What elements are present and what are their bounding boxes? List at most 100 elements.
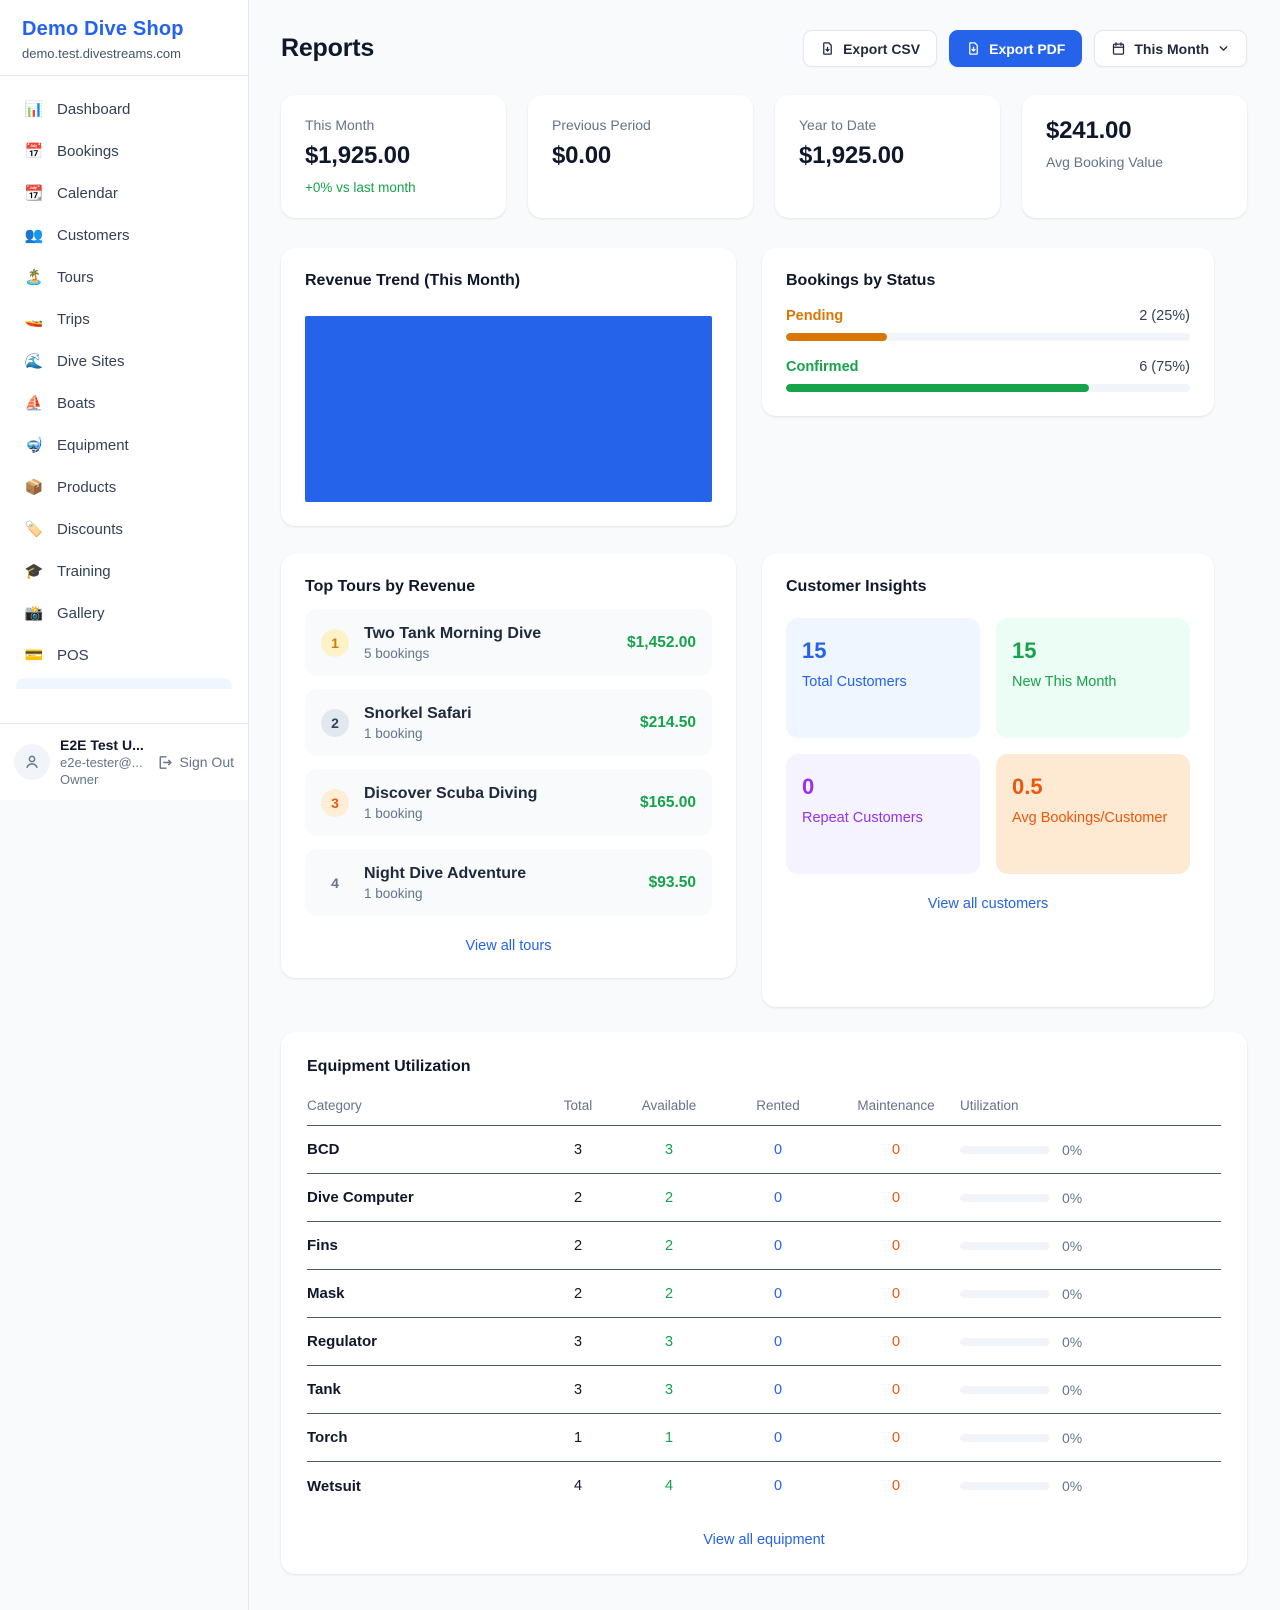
tour-bookings: 1 booking xyxy=(364,886,634,901)
stat-value: $1,925.00 xyxy=(799,142,976,170)
insight-value: 0.5 xyxy=(1012,774,1174,800)
tour-revenue: $214.50 xyxy=(640,714,696,732)
equipment-rented: 0 xyxy=(774,1430,782,1446)
status-row-confirmed: Confirmed 6 (75%) xyxy=(786,359,1190,392)
equipment-icon: 🤿 xyxy=(24,436,44,454)
equipment-rented: 0 xyxy=(774,1190,782,1206)
status-row-pending: Pending 2 (25%) xyxy=(786,308,1190,341)
progress-track xyxy=(786,333,1190,341)
sidebar-item-boats[interactable]: ⛵Boats xyxy=(12,384,236,422)
insight-grid: 15 Total Customers 15 New This Month 0 R… xyxy=(786,618,1190,874)
equipment-utilization-card: Equipment Utilization Category Total Ava… xyxy=(281,1032,1247,1574)
equipment-rented: 0 xyxy=(774,1142,782,1158)
insight-avg-bookings: 0.5 Avg Bookings/Customer xyxy=(996,754,1190,874)
lists-row: Top Tours by Revenue 1 Two Tank Morning … xyxy=(281,554,1247,1007)
sidebar-item-trips[interactable]: 🚤 Trips xyxy=(12,300,236,338)
stat-card-this-month: This Month $1,925.00 +0% vs last month xyxy=(281,95,506,218)
sidebar-item-label: Trips xyxy=(57,311,90,328)
table-row: Fins 2 2 0 0 0% xyxy=(307,1222,1221,1270)
chevron-down-icon xyxy=(1217,42,1230,55)
rank-badge: 3 xyxy=(321,789,349,817)
export-pdf-button[interactable]: Export PDF xyxy=(949,30,1082,67)
stat-delta: +0% vs last month xyxy=(305,180,482,195)
sidebar-item-label: Discounts xyxy=(57,521,123,538)
insight-label: Repeat Customers xyxy=(802,810,964,826)
sidebar-item-gallery[interactable]: 📸Gallery xyxy=(12,594,236,632)
equipment-total: 3 xyxy=(574,1334,582,1350)
sidebar-item-dashboard[interactable]: 📊Dashboard xyxy=(12,90,236,128)
column-header: Rented xyxy=(756,1098,800,1113)
utilization-cell: 0% xyxy=(960,1334,1221,1350)
view-all-customers-link[interactable]: View all customers xyxy=(786,896,1190,912)
status-count: 6 (75%) xyxy=(1139,359,1190,375)
sidebar-item-customers[interactable]: 👥Customers xyxy=(12,216,236,254)
equipment-available: 3 xyxy=(665,1334,673,1350)
equipment-rented: 0 xyxy=(774,1286,782,1302)
calendar-icon xyxy=(1111,41,1126,56)
column-header: Category xyxy=(307,1098,542,1113)
sidebar-item-pos[interactable]: 💳POS xyxy=(12,636,236,674)
sidebar-item-label: Tours xyxy=(57,269,94,286)
sign-out-button[interactable]: Sign Out xyxy=(156,754,234,771)
sidebar-item-discounts[interactable]: 🏷️Discounts xyxy=(12,510,236,548)
sidebar-item-label: Equipment xyxy=(57,437,129,454)
insight-new-this-month: 15 New This Month xyxy=(996,618,1190,738)
sidebar-active-item-partial[interactable] xyxy=(16,678,232,689)
equipment-table-header: Category Total Available Rented Maintena… xyxy=(307,1098,1221,1126)
equipment-total: 3 xyxy=(574,1142,582,1158)
sidebar-item-bookings[interactable]: 📅Bookings xyxy=(12,132,236,170)
sidebar-item-dive-sites[interactable]: 🌊Dive Sites xyxy=(12,342,236,380)
utilization-percent: 0% xyxy=(1062,1382,1082,1398)
sidebar-item-tours[interactable]: 🏝️Tours xyxy=(12,258,236,296)
gallery-icon: 📸 xyxy=(24,604,44,622)
utilization-cell: 0% xyxy=(960,1478,1221,1494)
export-csv-button[interactable]: Export CSV xyxy=(803,30,937,67)
stat-value: $0.00 xyxy=(552,142,729,170)
tour-name: Two Tank Morning Dive xyxy=(364,625,612,643)
stat-label: Avg Booking Value xyxy=(1046,154,1223,170)
stat-label: This Month xyxy=(305,117,482,133)
sidebar-item-products[interactable]: 📦Products xyxy=(12,468,236,506)
utilization-percent: 0% xyxy=(1062,1334,1082,1350)
progress-fill xyxy=(786,384,1089,392)
view-all-tours-link[interactable]: View all tours xyxy=(305,938,712,954)
utilization-percent: 0% xyxy=(1062,1142,1082,1158)
bookings-by-status-card: Bookings by Status Pending 2 (25%) Confi… xyxy=(762,248,1214,416)
tour-name: Discover Scuba Diving xyxy=(364,785,625,803)
sidebar-item-label: Bookings xyxy=(57,143,119,160)
equipment-total: 4 xyxy=(574,1478,582,1494)
sidebar-item-equipment[interactable]: 🤿 Equipment xyxy=(12,426,236,464)
insight-label: New This Month xyxy=(1012,674,1174,690)
period-dropdown[interactable]: This Month xyxy=(1094,30,1247,67)
stat-value: $241.00 xyxy=(1046,117,1223,145)
status-label: Pending xyxy=(786,308,843,324)
tour-revenue: $1,452.00 xyxy=(627,634,696,652)
stat-value: $1,925.00 xyxy=(305,142,482,170)
pos-icon: 💳 xyxy=(24,646,44,664)
brand-name[interactable]: Demo Dive Shop xyxy=(22,18,226,41)
trips-icon: 🚤 xyxy=(24,310,44,328)
utilization-track xyxy=(960,1482,1050,1490)
reports-page: Demo Dive Shop demo.test.divestreams.com… xyxy=(0,0,1280,1610)
equipment-available: 3 xyxy=(665,1142,673,1158)
main-content: Reports Export CSV Export PDF This Month xyxy=(249,0,1280,1574)
rank-badge: 1 xyxy=(321,629,349,657)
utilization-percent: 0% xyxy=(1062,1430,1082,1446)
equipment-maintenance: 0 xyxy=(892,1382,900,1398)
view-all-equipment-link[interactable]: View all equipment xyxy=(307,1532,1221,1548)
tour-bookings: 1 booking xyxy=(364,806,625,821)
utilization-cell: 0% xyxy=(960,1382,1221,1398)
equipment-category: Dive Computer xyxy=(307,1189,542,1206)
column-header: Utilization xyxy=(960,1098,1221,1113)
sidebar-item-calendar[interactable]: 📆Calendar xyxy=(12,174,236,212)
sidebar-item-training[interactable]: 🎓Training xyxy=(12,552,236,590)
top-tours-title: Top Tours by Revenue xyxy=(305,578,712,596)
customer-insights-title: Customer Insights xyxy=(786,578,1190,596)
equipment-category: Tank xyxy=(307,1381,542,1398)
page-title: Reports xyxy=(281,34,374,63)
person-icon xyxy=(23,753,41,771)
equipment-total: 1 xyxy=(574,1430,582,1446)
sidebar: Demo Dive Shop demo.test.divestreams.com… xyxy=(0,0,249,1610)
status-count: 2 (25%) xyxy=(1139,308,1190,324)
insight-total-customers: 15 Total Customers xyxy=(786,618,980,738)
